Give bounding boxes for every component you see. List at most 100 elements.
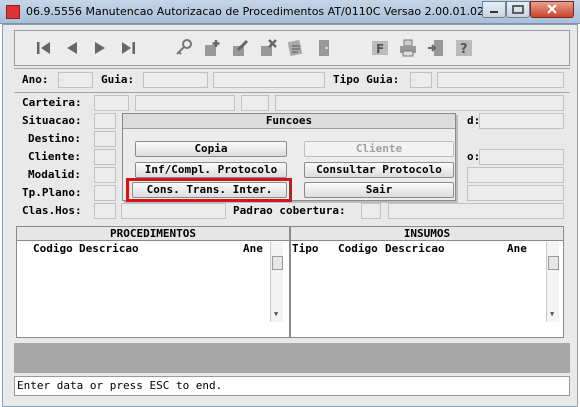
tp-plano-field[interactable] (94, 185, 116, 201)
status-bar: Enter data or press ESC to end. (14, 376, 570, 396)
empty-grey-area (14, 343, 570, 373)
guia-number-field[interactable] (213, 72, 325, 88)
insumos-scrollbar[interactable]: ▼ (546, 242, 559, 322)
door-button[interactable] (311, 35, 337, 61)
first-record-button[interactable] (31, 35, 57, 61)
carteira-label: Carteira: (22, 96, 82, 109)
carteira-digit-field[interactable] (241, 95, 269, 111)
carteira-name-field[interactable] (135, 95, 235, 111)
sair-button[interactable]: Sair (304, 182, 454, 198)
add-icon (205, 40, 220, 56)
exit-door-icon (428, 40, 443, 56)
divider (14, 92, 570, 93)
procedimentos-panel: PROCEDIMENTOS Codigo Descricao Ane ▼ (16, 226, 290, 338)
f-key-button[interactable]: F (367, 35, 393, 61)
exit-door-button[interactable] (423, 35, 449, 61)
last-record-button[interactable] (115, 35, 141, 61)
previous-record-icon (67, 42, 77, 54)
insumos-title: INSUMOS (291, 227, 563, 241)
door-icon (319, 40, 329, 56)
minimize-button[interactable] (482, 1, 506, 18)
print-list-button[interactable] (283, 35, 309, 61)
ano-label: Ano: (22, 73, 49, 86)
right-field-2[interactable] (479, 149, 564, 165)
cliente-button[interactable]: Cliente (304, 141, 454, 157)
app-icon (6, 5, 20, 19)
cliente-label: Cliente: (28, 150, 81, 163)
edit-icon (233, 39, 249, 56)
modalid-field[interactable] (94, 167, 116, 183)
procedimentos-title: PROCEDIMENTOS (17, 227, 289, 241)
svg-text:F: F (376, 42, 384, 56)
delete-icon (261, 39, 277, 56)
destino-field[interactable] (94, 131, 116, 147)
close-icon (547, 4, 557, 14)
help-icon: ? (456, 40, 472, 57)
first-record-icon (37, 42, 50, 54)
maximize-button[interactable] (506, 1, 530, 18)
cliente-field[interactable] (94, 149, 116, 165)
toolbar: F ? (14, 30, 570, 66)
close-button[interactable] (530, 1, 574, 18)
svg-text:?: ? (460, 42, 468, 57)
ano-field[interactable] (58, 72, 93, 88)
column-header-descricao: Descricao (79, 242, 139, 255)
guia-field[interactable] (143, 72, 208, 88)
guia-label: Guia: (101, 73, 135, 86)
printer-icon (400, 39, 416, 57)
column-header-ane: Ane (507, 242, 527, 255)
funcoes-title: Funcoes (123, 114, 455, 129)
funcoes-dialog: Funcoes Copia Cliente Inf/Compl. Protoco… (122, 113, 456, 202)
consultar-protocolo-button[interactable]: Consultar Protocolo (304, 162, 454, 178)
clas-hos-label: Clas.Hos: (22, 204, 82, 217)
column-header-codigo: Codigo (338, 242, 378, 255)
add-button[interactable] (199, 35, 225, 61)
delete-button[interactable] (255, 35, 281, 61)
column-header-descricao: Descricao (385, 242, 445, 255)
column-header-tipo: Tipo (292, 242, 319, 255)
tp-plano-label: Tp.Plano: (22, 186, 82, 199)
title-bar: 06.9.5556 Manutencao Autorizacao de Proc… (0, 0, 580, 24)
padrao-cobertura-field[interactable] (361, 203, 381, 219)
print-list-icon (287, 39, 303, 57)
padrao-cobertura-desc-field[interactable] (388, 203, 564, 219)
scroll-down-arrow-icon[interactable]: ▼ (550, 310, 554, 318)
copia-button[interactable]: Copia (135, 141, 287, 157)
scroll-down-arrow-icon[interactable]: ▼ (274, 310, 278, 318)
destino-label: Destino: (28, 132, 81, 145)
next-record-button[interactable] (87, 35, 113, 61)
edit-button[interactable] (227, 35, 253, 61)
key-button[interactable] (171, 35, 197, 61)
padrao-cobertura-label: Padrao cobertura: (233, 204, 346, 217)
next-record-icon (95, 42, 105, 54)
right-field-3[interactable] (467, 167, 564, 183)
printer-button[interactable] (395, 35, 421, 61)
insumos-panel: INSUMOS Tipo Codigo Descricao Ane ▼ (290, 226, 564, 338)
procedimentos-scrollbar[interactable]: ▼ (270, 242, 283, 322)
maximize-icon (512, 5, 524, 14)
f-key-icon: F (372, 41, 388, 56)
cons-trans-inter-button[interactable]: Cons. Trans. Inter. (132, 182, 287, 198)
clas-hos-field[interactable] (94, 203, 116, 219)
help-button[interactable]: ? (451, 35, 477, 61)
tipo-guia-field[interactable] (410, 72, 432, 88)
right-field-4[interactable] (467, 185, 564, 201)
clas-hos-desc-field[interactable] (121, 203, 226, 219)
carteira-field[interactable] (94, 95, 129, 111)
key-icon (176, 39, 192, 55)
situacao-field[interactable] (94, 113, 116, 129)
scrollbar-thumb[interactable] (272, 256, 283, 270)
right-field-1[interactable] (479, 113, 564, 129)
tipo-guia-desc-field[interactable] (437, 72, 564, 88)
beneficiary-field[interactable] (275, 95, 564, 111)
scrollbar-thumb[interactable] (548, 256, 559, 270)
previous-record-button[interactable] (59, 35, 85, 61)
column-header-codigo: Codigo (33, 242, 73, 255)
minimize-icon (490, 11, 498, 13)
inf-compl-protocolo-button[interactable]: Inf/Compl. Protocolo (135, 162, 287, 178)
column-header-ane: Ane (243, 242, 263, 255)
tipo-guia-label: Tipo Guia: (333, 73, 400, 86)
divider (14, 68, 570, 69)
modalid-label: Modalid: (28, 168, 81, 181)
situacao-label: Situacao: (22, 114, 82, 127)
